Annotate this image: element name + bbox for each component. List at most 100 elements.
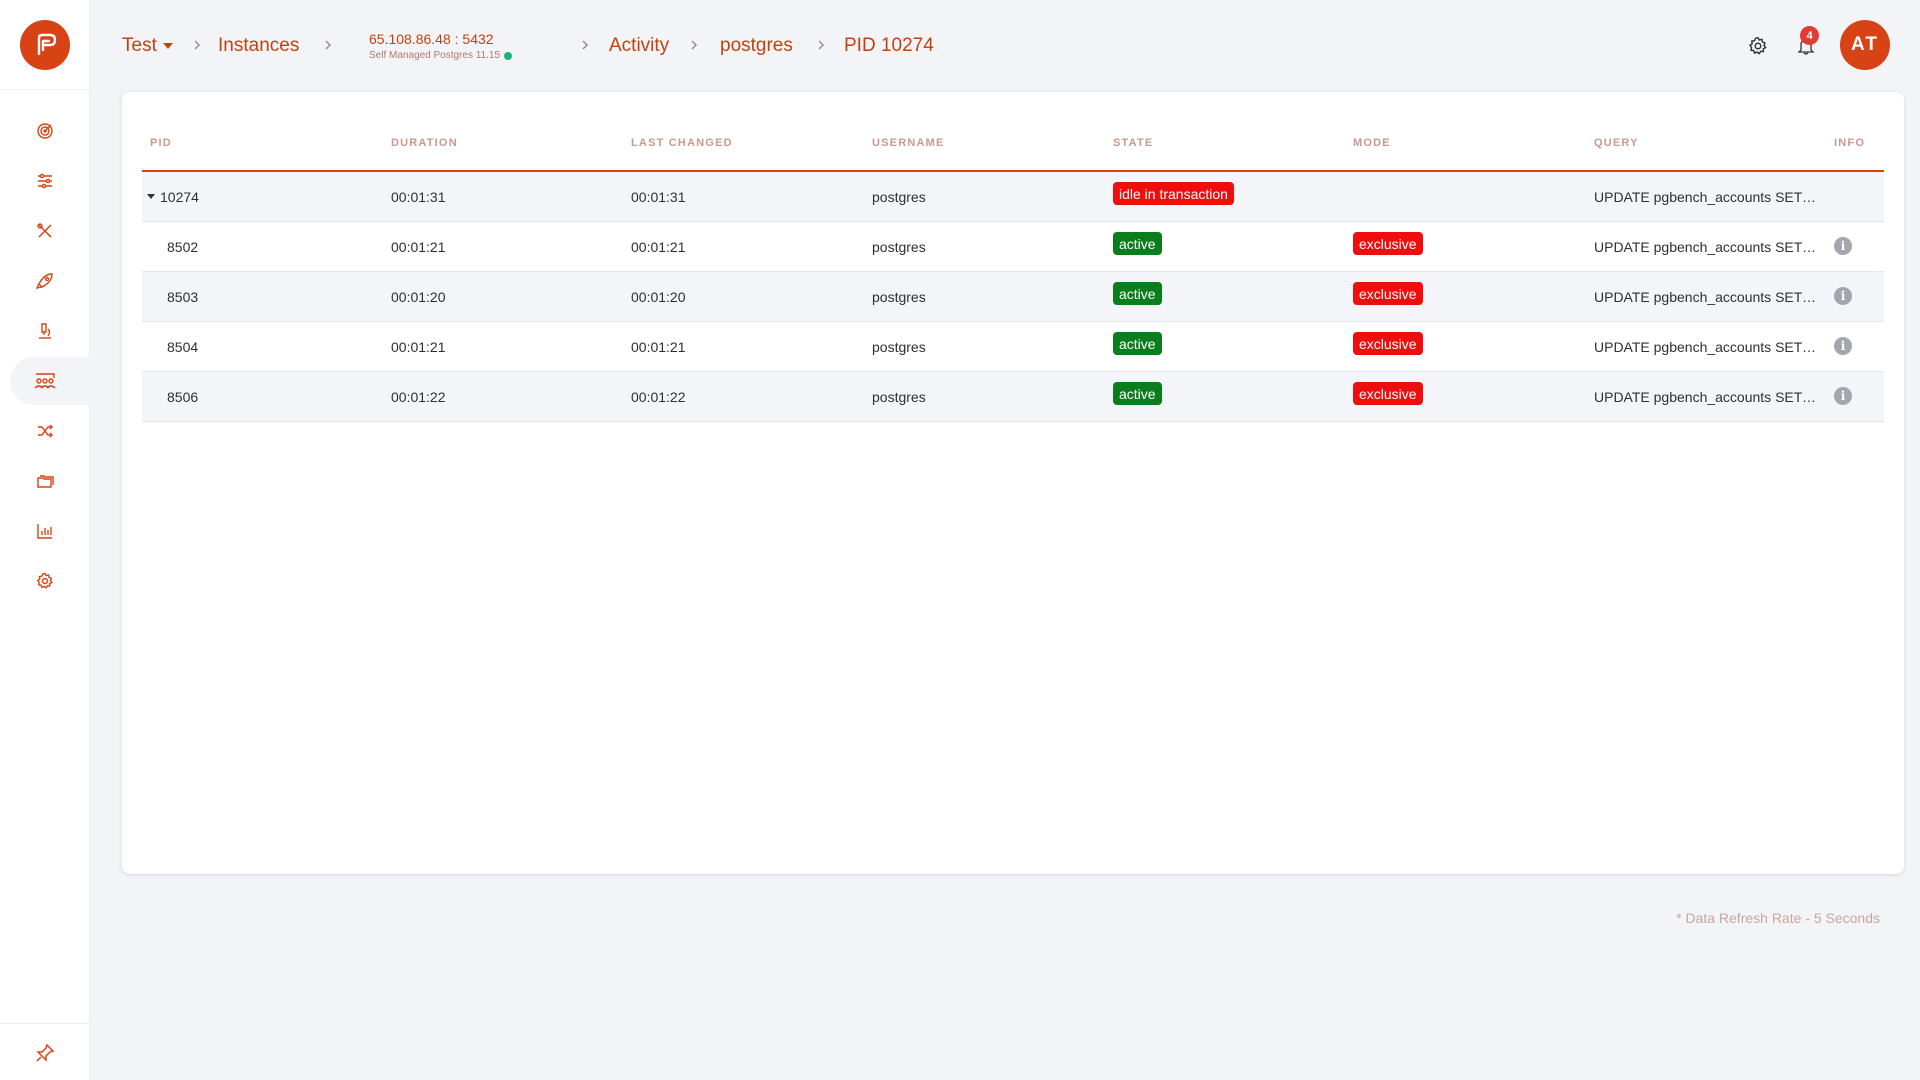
rocket-icon [36, 273, 53, 289]
notification-count-badge: 4 [1800, 26, 1819, 45]
cell-username: postgres [872, 189, 926, 205]
sidebar-item-settings[interactable] [10, 557, 90, 605]
breadcrumb-instances[interactable]: Instances [218, 35, 299, 57]
breadcrumb-activity[interactable]: Activity [609, 35, 669, 57]
column-header-username[interactable]: USERNAME [872, 137, 945, 149]
cell-last-changed: 00:01:21 [631, 239, 686, 255]
tools-icon [37, 223, 52, 238]
cell-pid: 8502 [167, 239, 199, 255]
cell-last-changed: 00:01:22 [631, 389, 686, 405]
cell-last-changed: 00:01:21 [631, 339, 686, 355]
target-icon [37, 123, 53, 139]
cell-duration: 00:01:20 [391, 289, 446, 305]
cell-pid: 8504 [167, 339, 199, 355]
sidebar-divider [0, 89, 90, 90]
expand-caret-icon[interactable] [147, 194, 155, 199]
cell-duration: 00:01:31 [391, 189, 446, 205]
info-icon[interactable]: i [1834, 337, 1852, 355]
cell-username: postgres [872, 389, 926, 405]
state-badge: active [1113, 232, 1162, 255]
table-row: 8503 00:01:20 00:01:20 postgres active e… [142, 272, 1884, 322]
breadcrumb-pid: PID 10274 [844, 35, 934, 56]
instance-type: Self Managed Postgres 11.15 [369, 50, 501, 61]
project-selector[interactable]: Test [122, 35, 173, 57]
column-header-mode[interactable]: MODE [1353, 137, 1391, 149]
sidebar-item-dashboard[interactable] [10, 107, 90, 155]
sidebar [0, 0, 90, 1080]
chevron-right-icon [194, 40, 201, 50]
table-row: 8506 00:01:22 00:01:22 postgres active e… [142, 372, 1884, 422]
pg-logo-icon[interactable] [20, 20, 70, 70]
cell-duration: 00:01:22 [391, 389, 446, 405]
gear-icon [1748, 36, 1767, 55]
pin-sidebar-button[interactable] [30, 1038, 60, 1068]
cell-query: UPDATE pgbench_accounts SET abalance = a… [1594, 189, 1819, 205]
cell-username: postgres [872, 289, 926, 305]
cell-pid: 8506 [167, 389, 199, 405]
state-badge: idle in transaction [1113, 182, 1234, 205]
cell-username: postgres [872, 339, 926, 355]
instance-host: 65.108.86.48 : 5432 [369, 31, 494, 47]
settings-button[interactable] [1746, 34, 1770, 58]
cell-last-changed: 00:01:20 [631, 289, 686, 305]
column-header-pid[interactable]: PID [150, 137, 172, 149]
info-icon[interactable]: i [1834, 387, 1852, 405]
activity-table: PID DURATION LAST CHANGED USERNAME STATE… [142, 137, 1884, 422]
cell-username: postgres [872, 239, 926, 255]
sidebar-item-performance[interactable] [10, 257, 90, 305]
sidebar-item-replication[interactable] [10, 407, 90, 455]
avatar[interactable]: AT [1840, 20, 1890, 70]
table-row[interactable]: 10274 00:01:31 00:01:31 postgres idle in… [142, 172, 1884, 222]
header: Test Instances 65.108.86.48 : 5432 Self … [90, 0, 1920, 92]
column-header-info: INFO [1834, 137, 1866, 149]
cell-last-changed: 00:01:31 [631, 189, 686, 205]
folders-icon [37, 475, 54, 488]
column-header-query[interactable]: QUERY [1594, 137, 1639, 149]
state-badge: active [1113, 382, 1162, 405]
mode-badge: exclusive [1353, 282, 1423, 305]
chevron-right-icon [818, 40, 825, 50]
cell-query: UPDATE pgbench_accounts SET abalance = a… [1594, 239, 1819, 255]
chevron-right-icon [691, 40, 698, 50]
sidebar-item-files[interactable] [10, 457, 90, 505]
cell-pid: 8503 [167, 289, 199, 305]
column-header-state[interactable]: STATE [1113, 137, 1153, 149]
state-badge: active [1113, 332, 1162, 355]
mode-badge: exclusive [1353, 232, 1423, 255]
table-header: PID DURATION LAST CHANGED USERNAME STATE… [142, 137, 1884, 172]
table-row: 8504 00:01:21 00:01:21 postgres active e… [142, 322, 1884, 372]
chevron-right-icon [582, 40, 589, 50]
info-icon[interactable]: i [1834, 237, 1852, 255]
breadcrumb-database[interactable]: postgres [720, 35, 793, 57]
microscope-icon [39, 323, 51, 339]
sidebar-item-tuning[interactable] [10, 157, 90, 205]
cell-query: UPDATE pgbench_accounts SET abalance = a… [1594, 389, 1819, 405]
mode-badge: exclusive [1353, 382, 1423, 405]
cell-pid: 10274 [160, 189, 199, 205]
sidebar-item-activity[interactable] [10, 357, 90, 405]
status-online-icon [504, 51, 513, 60]
cell-query: UPDATE pgbench_accounts SET abalance = a… [1594, 289, 1819, 305]
sidebar-bottom-divider [0, 1023, 90, 1024]
sidebar-item-tools[interactable] [10, 207, 90, 255]
breadcrumb-instance[interactable]: 65.108.86.48 : 5432 Self Managed Postgre… [369, 31, 513, 61]
info-icon[interactable]: i [1834, 287, 1852, 305]
sliders-icon [38, 173, 52, 189]
chevron-right-icon [325, 40, 332, 50]
instance-subtitle: Self Managed Postgres 11.15 [369, 50, 513, 61]
project-name: Test [122, 35, 157, 56]
sidebar-item-analysis[interactable] [10, 307, 90, 355]
shuffle-icon [38, 424, 53, 438]
users-icon [34, 373, 56, 389]
cell-duration: 00:01:21 [391, 339, 446, 355]
table-row: 8502 00:01:21 00:01:21 postgres active e… [142, 222, 1884, 272]
column-header-duration[interactable]: DURATION [391, 137, 458, 149]
column-header-last-changed[interactable]: LAST CHANGED [631, 137, 733, 149]
state-badge: active [1113, 282, 1162, 305]
gear-icon [36, 572, 53, 589]
refresh-rate-note: * Data Refresh Rate - 5 Seconds [1676, 910, 1880, 926]
cell-query: UPDATE pgbench_accounts SET abalance = a… [1594, 339, 1819, 355]
sidebar-item-reports[interactable] [10, 507, 90, 555]
pin-icon [36, 1043, 55, 1062]
cell-duration: 00:01:21 [391, 239, 446, 255]
